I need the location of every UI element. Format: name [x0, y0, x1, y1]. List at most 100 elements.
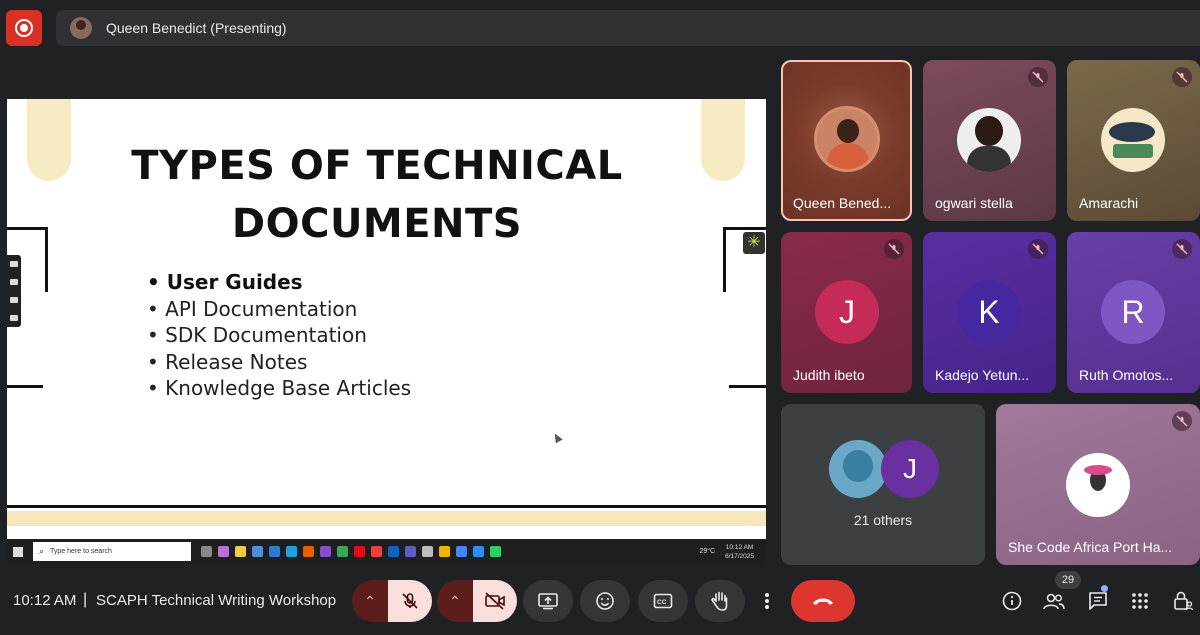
system-tray: 29°C 10:12 AM 6/17/2025 — [699, 543, 766, 561]
taskbar-app-icons — [201, 546, 507, 557]
participant-name: ogwari stella — [935, 195, 1013, 211]
meeting-time: 10:12 AM — [13, 592, 77, 609]
store-icon — [252, 546, 263, 557]
record-icon — [15, 19, 33, 37]
slide-title: TYPES OF TECHNICAL DOCUMENTS — [107, 137, 647, 253]
taskbar-date: 6/17/2025 — [725, 552, 754, 560]
whatsapp-icon — [490, 546, 501, 557]
bullet-item: Release Notes — [147, 349, 411, 376]
mail-icon — [269, 546, 280, 557]
microphone-control[interactable]: ⌃ — [352, 580, 432, 622]
raise-hand-button[interactable] — [695, 580, 745, 622]
settings-icon[interactable] — [10, 315, 18, 321]
shecode-logo — [1066, 453, 1130, 517]
mic-off-button[interactable] — [388, 580, 432, 622]
sparkle-icon[interactable]: ✳ — [743, 232, 765, 254]
participant-avatar — [1101, 108, 1165, 172]
participant-tile-queen[interactable]: Queen Bened... — [781, 60, 912, 221]
meeting-controls-bar: 10:12 AM | SCAPH Technical Writing Works… — [0, 567, 1200, 635]
slide-decoration — [27, 99, 71, 181]
mic-off-icon — [1028, 67, 1048, 87]
others-count-label: 21 others — [853, 512, 913, 528]
others-tile[interactable]: J 21 others — [781, 404, 985, 565]
copy-icon[interactable] — [10, 297, 18, 303]
mic-off-icon — [1172, 239, 1192, 259]
participant-initial-avatar: K — [957, 280, 1021, 344]
svg-text:CC: CC — [657, 599, 667, 606]
more-options-button[interactable] — [752, 580, 782, 622]
participant-name: Judith ibeto — [793, 367, 865, 383]
lock-person-icon — [1174, 591, 1194, 611]
captions-button[interactable]: CC — [638, 580, 688, 622]
windows-taskbar: ⌕ Type here to search 29°C 10:12 AM 6/17… — [7, 539, 766, 564]
slide-title-line-1: TYPES OF TECHNICAL — [131, 143, 623, 189]
participant-tile-shecode[interactable]: She Code Africa Port Ha... — [996, 404, 1200, 565]
presenter-tools-strip[interactable] — [7, 255, 21, 327]
participant-tile-ruth[interactable]: R Ruth Omotos... — [1067, 232, 1200, 393]
activities-button[interactable] — [1127, 588, 1153, 614]
shared-screen: TYPES OF TECHNICAL DOCUMENTS User Guides… — [7, 99, 766, 564]
participant-initial-avatar: R — [1101, 280, 1165, 344]
taskbar-time: 10:12 AM — [725, 543, 754, 551]
info-icon — [1002, 591, 1022, 611]
mic-off-icon — [1028, 239, 1048, 259]
participant-avatar — [957, 108, 1021, 172]
task-view-icon — [201, 546, 212, 557]
bullet-item: API Documentation — [147, 296, 411, 323]
recording-indicator-button[interactable] — [6, 10, 42, 46]
mouse-cursor-icon — [551, 431, 563, 444]
meeting-details-button[interactable] — [999, 588, 1025, 614]
chat-icon — [1089, 592, 1107, 610]
leave-call-button[interactable] — [791, 580, 855, 622]
file-explorer-icon — [235, 546, 246, 557]
video-icon[interactable] — [10, 279, 18, 285]
slide-bullet-list: User Guides API Documentation SDK Docume… — [147, 269, 411, 402]
participant-tile-amarachi[interactable]: Amarachi — [1067, 60, 1200, 221]
participant-name: Amarachi — [1079, 195, 1139, 211]
presentation-banner[interactable]: Queen Benedict (Presenting) — [56, 10, 1200, 46]
chrome-icon — [371, 546, 382, 557]
present-screen-button[interactable] — [523, 580, 573, 622]
participant-tile-judith[interactable]: J Judith ibeto — [781, 232, 912, 393]
copilot-icon — [218, 546, 229, 557]
meeting-name: SCAPH Technical Writing Workshop — [96, 592, 337, 609]
bullet-item: SDK Documentation — [147, 322, 411, 349]
camera-off-button[interactable] — [473, 580, 517, 622]
bullet-item: User Guides — [147, 269, 411, 296]
chevron-up-icon[interactable]: ⌃ — [437, 580, 473, 622]
mic-off-icon — [884, 239, 904, 259]
mic-off-icon — [1172, 411, 1192, 431]
slide-footer-band — [7, 511, 766, 526]
camera-icon[interactable] — [10, 261, 18, 267]
participant-tile-kadejo[interactable]: K Kadejo Yetun... — [923, 232, 1056, 393]
separator: | — [83, 591, 88, 608]
search-icon: ⌕ — [39, 546, 45, 556]
taskbar-search: ⌕ Type here to search — [33, 542, 191, 561]
camera-control[interactable]: ⌃ — [437, 580, 517, 622]
participant-initial-avatar: J — [815, 280, 879, 344]
taskbar-search-placeholder: Type here to search — [50, 548, 112, 555]
participant-name: Queen Bened... — [793, 195, 892, 211]
participant-tile-ogwari[interactable]: ogwari stella — [923, 60, 1056, 221]
participant-count-badge: 29 — [1055, 571, 1081, 589]
slide-decoration — [701, 99, 745, 181]
firefox-icon — [303, 546, 314, 557]
netflix-icon — [354, 546, 365, 557]
windows-start-icon — [13, 546, 23, 557]
bullet-item: Knowledge Base Articles — [147, 375, 411, 402]
people-icon — [1043, 593, 1065, 610]
mic-off-icon — [1172, 67, 1192, 87]
app-icon — [320, 546, 331, 557]
chat-button[interactable] — [1085, 588, 1111, 614]
participant-initial-avatar: J — [881, 440, 939, 498]
host-controls-button[interactable] — [1170, 588, 1196, 614]
reactions-button[interactable] — [580, 580, 630, 622]
people-button[interactable] — [1041, 588, 1067, 614]
edge-icon — [286, 546, 297, 557]
slide-line-left — [7, 385, 43, 388]
app-icon — [473, 546, 484, 557]
participant-avatar — [829, 440, 887, 498]
chrome-icon — [456, 546, 467, 557]
linkedin-icon — [388, 546, 399, 557]
chevron-up-icon[interactable]: ⌃ — [352, 580, 388, 622]
